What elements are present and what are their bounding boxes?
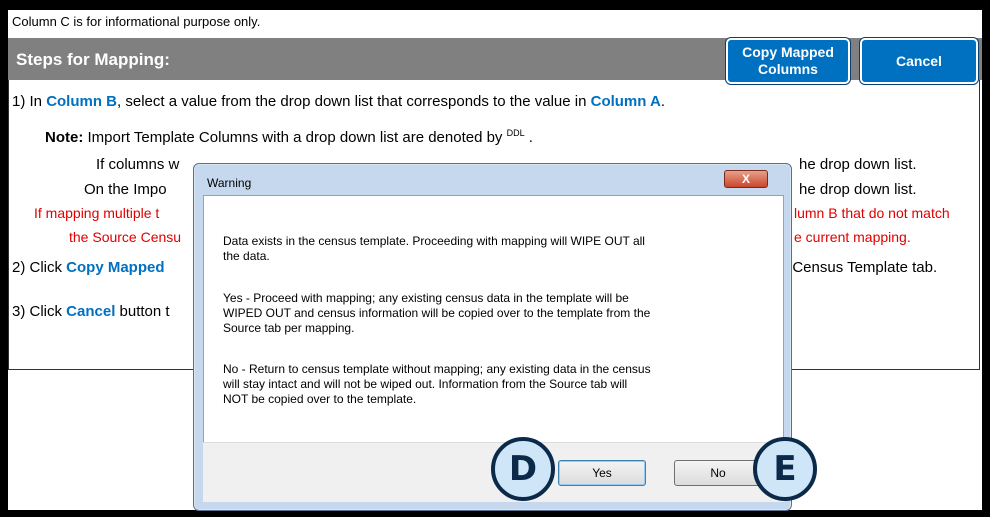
step-2-end: rt Census Template tab. xyxy=(779,259,938,276)
no-button[interactable]: No xyxy=(674,460,762,486)
red-warning-2-start: the Source Censu xyxy=(69,229,182,245)
step-1: 1) In Column B, select a value from the … xyxy=(12,93,666,110)
dialog-title: Warning xyxy=(207,176,252,190)
callout-badge-e: E xyxy=(753,437,817,501)
column-a-ref: Column A xyxy=(590,93,661,110)
copy-mapped-ref: Copy Mapped xyxy=(66,259,165,276)
step-3: 3) Click Cancel button t xyxy=(12,303,170,320)
dialog-message-area: Data exists in the census template. Proc… xyxy=(203,195,784,472)
dialog-message-1: Data exists in the census template. Proc… xyxy=(223,234,645,263)
dialog-close-button[interactable]: X xyxy=(724,170,768,188)
note-line: Note: Import Template Columns with a dro… xyxy=(45,128,533,146)
if-columns-line-end: he drop down list. xyxy=(799,156,917,173)
if-columns-line-start: If columns w xyxy=(96,156,180,173)
callout-badge-d: D xyxy=(491,437,555,501)
cancel-button[interactable]: Cancel xyxy=(860,38,978,84)
dialog-message-no: No - Return to census template without m… xyxy=(223,362,651,406)
close-icon: X xyxy=(741,172,750,186)
red-warning-2-end: e current mapping. xyxy=(794,229,911,245)
steps-title: Steps for Mapping: xyxy=(16,50,170,69)
red-warning-1-start: If mapping multiple t xyxy=(34,205,160,221)
yes-button[interactable]: Yes xyxy=(558,460,646,486)
on-import-line-end: he drop down list. xyxy=(799,181,917,198)
copy-mapped-columns-label: Copy Mapped Columns xyxy=(742,44,834,77)
column-b-ref: Column B xyxy=(46,93,118,110)
on-import-line-start: On the Impo xyxy=(84,181,167,198)
step-2-start: 2) Click Copy Mapped xyxy=(12,259,165,276)
red-warning-1-end: lumn B that do not match xyxy=(794,205,950,221)
cancel-ref: Cancel xyxy=(66,303,116,320)
dialog-message-yes: Yes - Proceed with mapping; any existing… xyxy=(223,291,651,335)
informational-note: Column C is for informational purpose on… xyxy=(12,14,261,29)
copy-mapped-columns-button[interactable]: Copy Mapped Columns xyxy=(726,38,850,84)
